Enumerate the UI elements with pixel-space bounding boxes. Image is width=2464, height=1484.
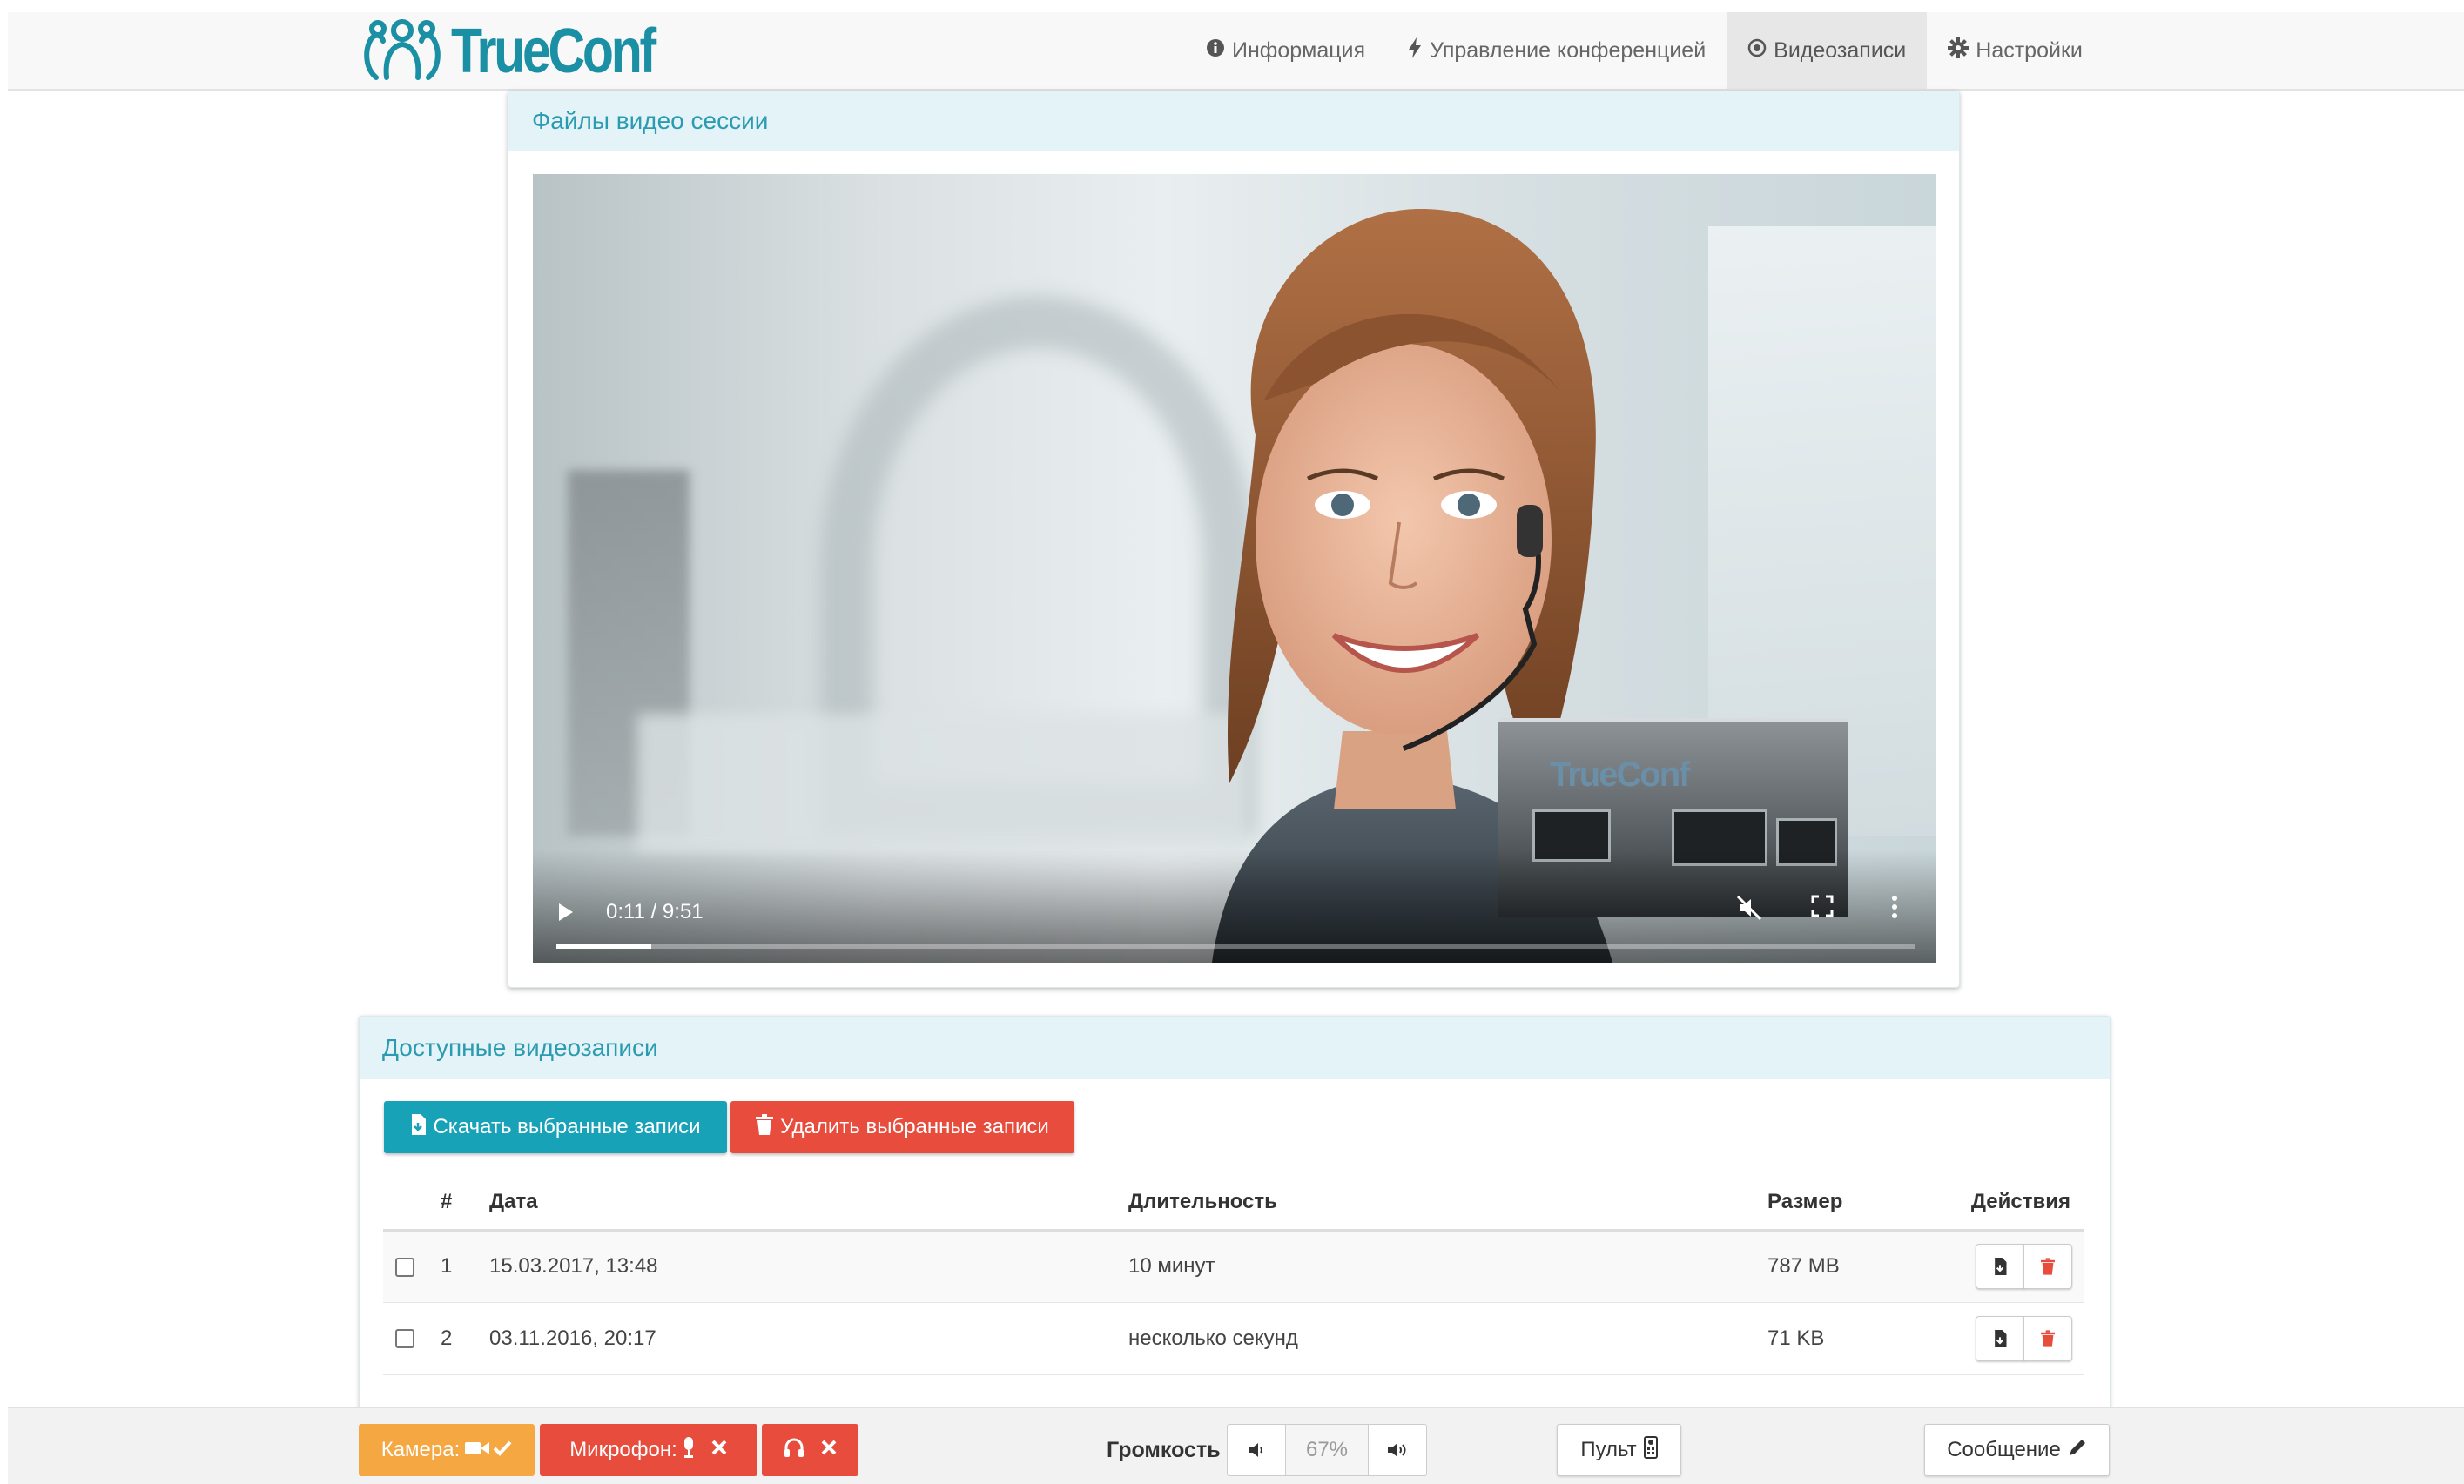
volume-down-icon: [1249, 1443, 1262, 1457]
trash-icon: [756, 1113, 774, 1141]
video-player[interactable]: TrueConf 0:11 / 9:51: [533, 174, 1936, 963]
close-icon: [820, 1438, 838, 1462]
download-selected-button[interactable]: Скачать выбранные записи: [384, 1101, 727, 1153]
top-navbar: TrueConf Информация Управление конференц…: [8, 12, 2464, 91]
close-icon: [710, 1438, 728, 1462]
microphone-toggle-button[interactable]: Микрофон:: [540, 1424, 757, 1476]
recordings-panel: Доступные видеозаписи Скачать выбранные …: [359, 1016, 2111, 1451]
delete-recording-button[interactable]: [2023, 1315, 2072, 1361]
progress-fill: [556, 944, 652, 949]
microphone-icon: [683, 1436, 695, 1464]
more-options-icon[interactable]: [1891, 895, 1898, 925]
bottom-toolbar: Камера: Микрофон: Громкость 67% Пульт Со…: [8, 1407, 2464, 1484]
row-number: 2: [441, 1302, 489, 1375]
gear-icon: [1948, 37, 1969, 64]
row-select-cell: [383, 1230, 441, 1303]
column-header-size: Размер: [1767, 1176, 1962, 1232]
table-row: 2 03.11.2016, 20:17 несколько секунд 71 …: [383, 1302, 2084, 1375]
panel-heading: Файлы видео сессии: [508, 91, 1959, 151]
row-number: 1: [441, 1230, 489, 1303]
volume-up-icon: [1388, 1443, 1406, 1457]
select-column-header: [383, 1176, 441, 1232]
message-label: Сообщение: [1947, 1438, 2061, 1461]
button-label: Скачать выбранные записи: [433, 1115, 701, 1138]
muted-speaker-icon[interactable]: [1736, 895, 1762, 927]
progress-bar[interactable]: [556, 944, 1915, 949]
nav-item-label: Информация: [1232, 37, 1366, 63]
row-size: 787 MB: [1767, 1230, 1962, 1303]
volume-up-button[interactable]: [1368, 1424, 1427, 1476]
table-header-row: # Дата Длительность Размер Действия: [383, 1176, 2084, 1232]
record-circle-icon: [1747, 38, 1767, 64]
volume-value: 67%: [1286, 1424, 1368, 1476]
row-duration: несколько секунд: [1128, 1302, 1767, 1375]
panel-heading: Доступные видеозаписи: [360, 1017, 2110, 1079]
microphone-label: Микрофон:: [569, 1438, 677, 1461]
row-select-cell: [383, 1302, 441, 1375]
main-nav: Информация Управление конференцией Видео…: [1185, 12, 2104, 91]
row-duration: 10 минут: [1128, 1230, 1767, 1303]
camera-label: Камера:: [380, 1438, 461, 1461]
column-header-number: #: [441, 1176, 489, 1232]
nav-item-settings[interactable]: Настройки: [1927, 12, 2104, 89]
volume-label: Громкость: [1107, 1437, 1221, 1462]
remote-label: Пульт: [1580, 1438, 1637, 1461]
column-header-duration: Длительность: [1128, 1176, 1767, 1232]
message-button[interactable]: Сообщение: [1924, 1424, 2110, 1476]
nav-item-label: Видеозаписи: [1774, 37, 1907, 63]
table-row: 1 15.03.2017, 13:48 10 минут 787 MB: [383, 1230, 2084, 1303]
button-label: Удалить выбранные записи: [780, 1115, 1049, 1138]
column-header-actions: Действия: [1962, 1176, 2084, 1232]
panel-title: Файлы видео сессии: [532, 107, 769, 134]
column-header-date: Дата: [489, 1176, 1128, 1232]
playback-time: 0:11 / 9:51: [606, 900, 704, 923]
row-date: 15.03.2017, 13:48: [489, 1230, 1128, 1303]
headphones-toggle-button[interactable]: [762, 1424, 858, 1476]
recordings-table: # Дата Длительность Размер Действия 1 15…: [383, 1176, 2084, 1375]
trueconf-logo[interactable]: TrueConf: [359, 12, 698, 91]
nav-item-label: Настройки: [1976, 37, 2083, 63]
volume-down-button[interactable]: [1227, 1424, 1286, 1476]
row-date: 03.11.2016, 20:17: [489, 1302, 1128, 1375]
remote-control-button[interactable]: Пульт: [1557, 1424, 1681, 1476]
nav-item-recordings[interactable]: Видеозаписи: [1727, 12, 1928, 89]
info-circle-icon: [1206, 38, 1225, 64]
download-recording-button[interactable]: [1976, 1244, 2024, 1289]
file-download-icon: [410, 1113, 427, 1141]
nav-item-info[interactable]: Информация: [1185, 12, 1386, 89]
brand-name: TrueConf: [451, 17, 656, 86]
row-actions: [1962, 1302, 2084, 1375]
remote-control-icon: [1643, 1435, 1658, 1465]
play-icon[interactable]: [559, 903, 573, 921]
row-checkbox[interactable]: [395, 1257, 414, 1277]
nav-item-conference-control[interactable]: Управление конференцией: [1386, 12, 1727, 89]
row-actions: [1962, 1230, 2084, 1303]
video-camera-icon: [465, 1438, 490, 1462]
panel-title: Доступные видеозаписи: [382, 1034, 658, 1061]
download-recording-button[interactable]: [1976, 1315, 2024, 1361]
pencil-icon: [2068, 1438, 2087, 1463]
check-icon: [493, 1438, 512, 1462]
player-controls: 0:11 / 9:51: [533, 849, 1936, 963]
headphones-icon: [784, 1437, 805, 1464]
bolt-icon: [1407, 37, 1423, 64]
video-session-panel: Файлы видео сессии TrueConf 0:11 / 9:51: [508, 91, 1960, 988]
volume-control: 67%: [1227, 1424, 1427, 1476]
fullscreen-icon[interactable]: [1811, 895, 1834, 923]
trueconf-logo-icon: [364, 19, 441, 80]
pip-wall-logo: TrueConf: [1550, 755, 1691, 794]
row-checkbox[interactable]: [395, 1329, 414, 1349]
delete-selected-button[interactable]: Удалить выбранные записи: [730, 1101, 1074, 1153]
delete-recording-button[interactable]: [2023, 1244, 2072, 1289]
camera-toggle-button[interactable]: Камера:: [359, 1424, 535, 1476]
row-size: 71 KB: [1767, 1302, 1962, 1375]
nav-item-label: Управление конференцией: [1430, 37, 1707, 63]
